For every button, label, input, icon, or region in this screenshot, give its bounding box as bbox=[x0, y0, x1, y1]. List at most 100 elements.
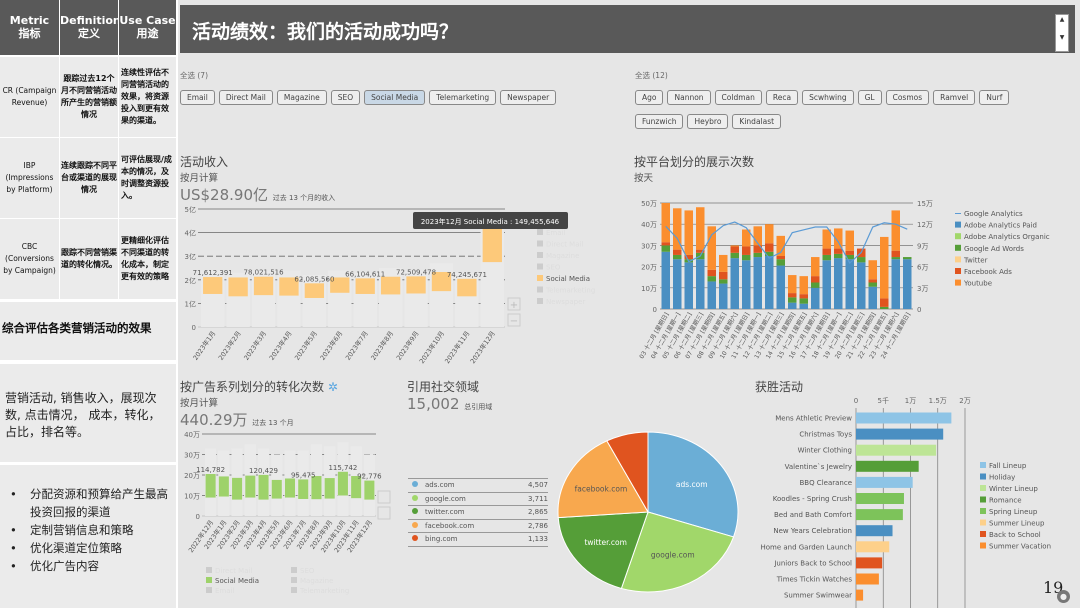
social-media-bar bbox=[406, 276, 426, 294]
filter-chip-gl[interactable]: GL bbox=[857, 90, 882, 105]
filter-chip-nannon[interactable]: Nannon bbox=[667, 90, 711, 105]
zoom-in-button bbox=[377, 490, 391, 504]
data-label: 78,021,516 bbox=[243, 269, 284, 277]
referrals-kpi-value: 15,002 bbox=[407, 395, 460, 413]
x-tick-label: 2023年3月 bbox=[241, 329, 268, 362]
filter-chip-cosmos[interactable]: Cosmos bbox=[885, 90, 930, 105]
bullet-text: 定制营销信息和策略 bbox=[30, 523, 134, 537]
data-label: 74,245,671 bbox=[447, 271, 487, 279]
bullet-item: • 优化广告内容 bbox=[10, 557, 172, 575]
stack-segment-youtube bbox=[661, 203, 670, 243]
user-icon[interactable]: ● bbox=[1057, 590, 1070, 603]
brand-filter: 全选 (12) Ago Nannon Coldman Reca Scwhwing GL Co… bbox=[635, 70, 1055, 133]
filter-chip-coldman[interactable]: Coldman bbox=[714, 90, 762, 105]
referral-domain: bing.com bbox=[412, 535, 457, 543]
legend-label: Holiday bbox=[989, 474, 1015, 482]
filter-chip-social-media[interactable]: Social Media bbox=[364, 90, 426, 105]
conversions-title-text: 按广告系列划分的转化次数 bbox=[180, 380, 325, 394]
impressions-chart: 0 010万 3万20万 6万30万 9万40万 12万50万 15万03 十二月 [星期日… bbox=[637, 200, 1049, 360]
filter-chip-ago[interactable]: Ago bbox=[635, 90, 664, 105]
summary-text: 综合评估各类营销活动的效果 bbox=[0, 302, 176, 360]
revenue-subtitle: 按月计算 bbox=[180, 173, 219, 184]
stack-segment-adobe-analytics-paid bbox=[742, 260, 751, 309]
campaign-bar bbox=[856, 541, 890, 553]
legend-label: Youtube bbox=[963, 280, 992, 288]
referral-row[interactable]: google.com 3,711 bbox=[408, 491, 548, 506]
legend-swatch bbox=[980, 531, 986, 537]
social-media-bar bbox=[258, 474, 269, 500]
legend-swatch bbox=[955, 221, 961, 228]
referral-count: 2,786 bbox=[527, 521, 548, 530]
zoom-out-icon: − bbox=[510, 316, 518, 327]
referral-domain: ads.com bbox=[412, 481, 455, 489]
filter-chip-kindalast[interactable]: Kindalast bbox=[732, 114, 782, 129]
campaign-label: Juniors Back to School bbox=[773, 559, 852, 567]
filter-chip-funzwich[interactable]: Funzwich bbox=[635, 114, 684, 129]
filter-chip-direct-mail[interactable]: Direct Mail bbox=[218, 90, 273, 105]
stack-segment-adobe-analytics-paid bbox=[788, 302, 797, 309]
scroll-down-icon[interactable]: ▼ bbox=[1056, 24, 1068, 51]
y-tick-label: 4亿 bbox=[185, 229, 196, 238]
referral-domain: twitter.com bbox=[412, 508, 465, 516]
stack-segment-google-ad-words bbox=[891, 257, 900, 260]
filter-chip-ramvel[interactable]: Ramvel bbox=[933, 90, 976, 105]
filter-chip-scwhwing[interactable]: Scwhwing bbox=[802, 90, 854, 105]
stack-segment-youtube bbox=[891, 210, 900, 251]
stack-segment-facebook-ads bbox=[719, 271, 728, 280]
bullet-item: • 分配资源和预算给产生最高投资回报的渠道 bbox=[10, 485, 172, 521]
data-label: 71,612,391 bbox=[193, 269, 233, 277]
referrals-title: 引用社交领域 bbox=[407, 380, 480, 394]
legend-swatch bbox=[980, 473, 986, 480]
winning-campaigns-chart: 0 5千 1万 1.5万 2万 Mens Athletic Preview Christma… bbox=[760, 396, 1051, 608]
referral-row[interactable]: facebook.com 2,786 bbox=[408, 518, 548, 533]
campaign-bar bbox=[856, 493, 904, 504]
stack-segment-youtube bbox=[684, 210, 693, 255]
filter-chip-nurf[interactable]: Nurf bbox=[979, 90, 1010, 105]
filter-chip-heybro[interactable]: Heybro bbox=[687, 114, 729, 129]
stack-segment-adobe-analytics-paid bbox=[765, 256, 774, 309]
referral-row[interactable]: twitter.com 2,865 bbox=[408, 505, 548, 519]
legend-label: Spring Lineup bbox=[989, 508, 1038, 516]
legend-label: Telemarketing bbox=[545, 287, 595, 295]
metric-cell: CR (Campaign Revenue) bbox=[0, 57, 59, 137]
impressions-title: 按平台划分的展示次数 bbox=[634, 155, 755, 169]
conversions-subtitle: 按月计算 bbox=[180, 398, 219, 409]
stack-segment-facebook-ads bbox=[845, 250, 854, 255]
legend-swatch bbox=[955, 233, 961, 240]
impressions-subtitle: 按天 bbox=[634, 173, 654, 184]
campaign-label: Koodles - Spring Crush bbox=[773, 495, 852, 503]
stack-segment-facebook-ads bbox=[822, 248, 831, 255]
filter-chip-seo[interactable]: SEO bbox=[330, 90, 361, 105]
filter-chip-email[interactable]: Email bbox=[180, 90, 215, 105]
scrollbar[interactable]: ▲ ▼ bbox=[1055, 14, 1069, 52]
stack-segment-facebook-ads bbox=[730, 246, 739, 253]
stack-segment-adobe-analytics-paid bbox=[776, 265, 785, 309]
referral-row[interactable]: ads.com 4,507 bbox=[408, 478, 548, 492]
filter-chip-telemarketing[interactable]: Telemarketing bbox=[429, 90, 497, 105]
channel-filter: 全选 (7) Email Direct Mail Magazine SEO Social… bbox=[180, 70, 610, 109]
stack-segment-google-ad-words bbox=[707, 276, 716, 282]
bullet-icon: • bbox=[10, 487, 17, 501]
referral-row[interactable]: bing.com 1,133 bbox=[408, 532, 548, 546]
scroll-up-icon[interactable]: ▲ bbox=[1056, 15, 1068, 24]
legend-swatch bbox=[980, 496, 986, 503]
legend-label: Magazine bbox=[546, 252, 579, 260]
filter-chip-reca[interactable]: Reca bbox=[765, 90, 799, 105]
referrals-pie: ads.com google.com twitter.com facebook.com bbox=[557, 431, 739, 593]
legend-label: Email bbox=[215, 587, 234, 595]
referral-domain: google.com bbox=[412, 494, 466, 503]
bullet-text: 优化渠道定位策略 bbox=[30, 541, 122, 555]
filter-chip-magazine[interactable]: Magazine bbox=[276, 90, 327, 105]
y2-tick-label: 6万 bbox=[917, 264, 928, 272]
social-media-bar bbox=[228, 277, 248, 297]
campaign-label: Bed and Bath Comfort bbox=[774, 511, 852, 519]
select-all-brands[interactable]: 全选 (12) bbox=[635, 70, 1055, 81]
filter-chip-newspaper[interactable]: Newspaper bbox=[500, 90, 557, 105]
y-tick-label: 0 bbox=[196, 513, 200, 521]
legend-label: Email bbox=[546, 229, 565, 237]
stack-segment-youtube bbox=[765, 224, 774, 244]
select-all-channels[interactable]: 全选 (7) bbox=[180, 70, 610, 81]
conversions-title: 按广告系列划分的转化次数 ✲ bbox=[180, 378, 338, 395]
description-text: 营销活动, 销售收入，展现次数, 点击情况， 成本，转化，占比，排名等。 bbox=[0, 364, 176, 462]
header-metric: Metric 指标 bbox=[0, 0, 59, 55]
